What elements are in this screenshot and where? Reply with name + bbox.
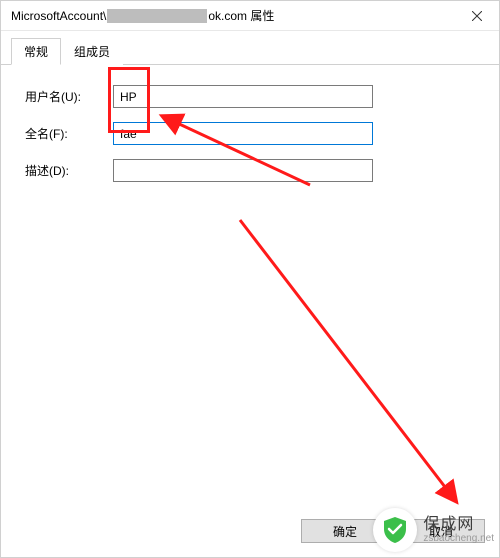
titlebar: MicrosoftAccount\ ok.com 属性: [1, 1, 499, 31]
label-fullname: 全名(F):: [25, 125, 113, 142]
redacted-account: [107, 9, 207, 23]
title-suffix: ok.com 属性: [208, 7, 274, 24]
label-username: 用户名(U):: [25, 88, 113, 105]
label-description: 描述(D):: [25, 162, 113, 179]
input-fullname[interactable]: [113, 122, 373, 145]
title-prefix: MicrosoftAccount\: [11, 9, 106, 23]
close-icon: [472, 11, 482, 21]
properties-dialog: MicrosoftAccount\ ok.com 属性 常规 组成员 用户名(U…: [0, 0, 500, 558]
input-description[interactable]: [113, 159, 373, 182]
row-description: 描述(D):: [25, 159, 479, 182]
row-username: 用户名(U):: [25, 85, 479, 108]
window-title: MicrosoftAccount\ ok.com 属性: [11, 7, 274, 24]
ok-button[interactable]: 确定: [301, 519, 389, 543]
tab-general[interactable]: 常规: [11, 38, 61, 65]
tab-bar: 常规 组成员: [1, 31, 499, 65]
button-bar: 确定 取消: [1, 508, 499, 557]
tab-members[interactable]: 组成员: [61, 38, 123, 65]
row-fullname: 全名(F):: [25, 122, 479, 145]
tab-content: 用户名(U): 全名(F): 描述(D):: [1, 65, 499, 508]
close-button[interactable]: [454, 1, 499, 31]
cancel-button[interactable]: 取消: [397, 519, 485, 543]
input-username[interactable]: [113, 85, 373, 108]
